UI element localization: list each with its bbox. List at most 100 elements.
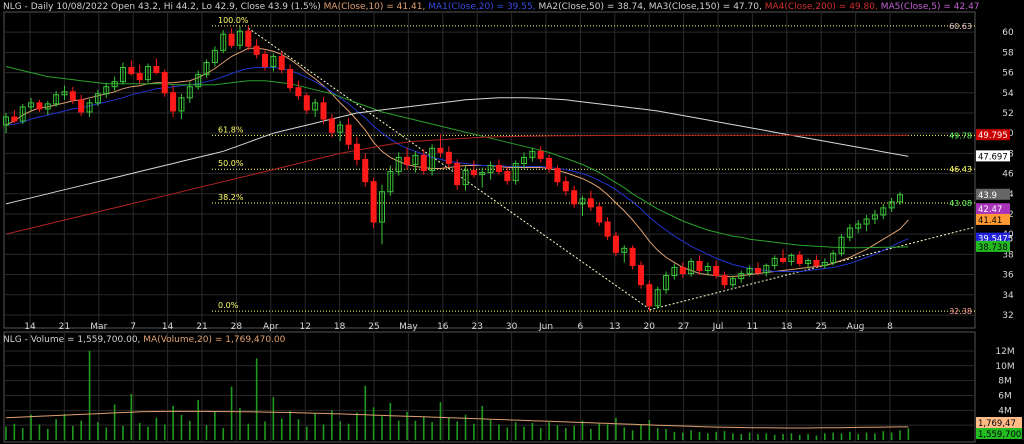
- candle-body: [813, 259, 820, 266]
- candle-body: [646, 284, 653, 307]
- candle-body: [161, 72, 168, 94]
- volume-bar: [690, 430, 692, 440]
- price-axis-tick-label: 34: [1002, 291, 1014, 301]
- volume-bar: [865, 432, 868, 440]
- price-axis-tick-label: 58: [1002, 48, 1014, 58]
- volume-bar: [840, 433, 843, 440]
- x-axis-tick-label: May: [399, 322, 418, 332]
- candle-body: [470, 170, 477, 176]
- x-axis-tick-label: Mar: [90, 322, 107, 332]
- volume-bar: [573, 425, 575, 440]
- header-ma50: MA2(Close,50) = 38.74,: [538, 2, 646, 12]
- price-axis-tick-label: 52: [1002, 109, 1013, 119]
- candle-body: [69, 91, 76, 101]
- volume-bar: [214, 411, 216, 440]
- volume-bar: [857, 434, 860, 440]
- candle-body: [679, 266, 686, 275]
- volume-axis-tick-label: 6M: [998, 391, 1012, 401]
- volume-bar: [665, 428, 667, 440]
- volume-bar: [715, 431, 717, 440]
- candle-body: [754, 267, 761, 274]
- candle-body: [495, 164, 502, 173]
- candle-body: [11, 116, 18, 122]
- volume-bar: [598, 423, 601, 440]
- header-ma5: MA5(Close,5) = 42.47: [880, 2, 980, 12]
- candle-body: [713, 265, 720, 277]
- x-axis-tick-label: 21: [196, 322, 207, 332]
- candle-body: [796, 254, 803, 264]
- volume-bar: [356, 412, 358, 440]
- volume-bar: [97, 422, 99, 440]
- candle-body: [721, 275, 728, 286]
- x-axis-tick-label: 28: [231, 322, 243, 332]
- volume-bar: [890, 432, 893, 440]
- volume-bar: [397, 420, 400, 440]
- volume-bar: [514, 422, 517, 440]
- volume-bar: [790, 433, 793, 440]
- price-level-label: 43.08: [949, 199, 972, 208]
- stock-chart[interactable]: 3234363840424446485052545658601421Mar714…: [0, 0, 1024, 444]
- volume-bar: [581, 420, 584, 440]
- fib-level-label: 50.0%: [218, 159, 244, 168]
- volume-bar: [832, 432, 834, 440]
- fib-level-label: 38.2%: [218, 193, 244, 202]
- volume-bar: [439, 402, 442, 440]
- volume-bar: [155, 417, 158, 440]
- price-level-label: 49.78: [949, 131, 972, 140]
- candle-body: [696, 260, 703, 272]
- volume-bar: [748, 432, 751, 440]
- volume-bar: [723, 431, 726, 440]
- volume-bar: [448, 417, 450, 440]
- volume-bar: [615, 417, 617, 440]
- volume-bar: [548, 422, 550, 440]
- volume-bar: [130, 393, 133, 440]
- volume-header: NLG - Volume = 1,559,700.00, MA(Volume,2…: [3, 335, 285, 345]
- volume-bar: [180, 414, 183, 440]
- price-axis-tick-label: 46: [1002, 170, 1014, 180]
- volume-bar: [289, 411, 291, 440]
- header-ma10: MA(Close,10) = 41.41,: [323, 2, 426, 12]
- candle-body: [170, 92, 177, 112]
- volume-bar: [606, 424, 609, 440]
- volume-bar: [13, 423, 16, 440]
- volume-bar: [874, 433, 876, 440]
- x-axis-tick-label: 18: [334, 322, 346, 332]
- x-axis-tick-label: Aug: [847, 322, 865, 332]
- volume-bar: [740, 434, 743, 440]
- volume-bar: [305, 426, 308, 440]
- volume-bar: [138, 422, 141, 440]
- candle-body: [153, 66, 160, 74]
- candle-body: [562, 181, 569, 192]
- candle-body: [228, 33, 235, 46]
- volume-axis-tick-label: 10M: [995, 362, 1014, 372]
- x-axis-tick-label: 11: [747, 322, 758, 332]
- volume-bar: [222, 428, 225, 440]
- candle-body: [454, 162, 461, 186]
- candle-body: [278, 55, 285, 71]
- price-panel-frame: [3, 11, 976, 329]
- candle-body: [128, 67, 135, 75]
- chart-stage: 3234363840424446485052545658601421Mar714…: [0, 0, 1024, 444]
- price-level-label: 60.63: [949, 22, 972, 31]
- volume-bar: [364, 385, 367, 440]
- candle-body: [404, 156, 411, 165]
- candle-body: [554, 168, 561, 183]
- price-axis-badge-label: 47.697: [978, 152, 1008, 162]
- volume-bar: [347, 423, 350, 440]
- volume-bar: [205, 425, 208, 440]
- candle-body: [262, 53, 269, 68]
- volume-bar: [189, 420, 191, 440]
- volume-bar: [113, 404, 116, 440]
- volume-bar: [297, 419, 300, 440]
- volume-bar: [147, 426, 149, 440]
- candle-body: [437, 147, 444, 153]
- volume-bar: [681, 432, 684, 440]
- volume-bar: [21, 428, 24, 440]
- volume-bar: [757, 434, 759, 440]
- volume-bar: [30, 414, 32, 440]
- volume-bar: [882, 431, 885, 440]
- candle-body: [571, 190, 578, 205]
- volume-bar: [907, 428, 910, 440]
- down-trendline: [248, 27, 650, 310]
- x-axis-tick-label: 30: [506, 322, 518, 332]
